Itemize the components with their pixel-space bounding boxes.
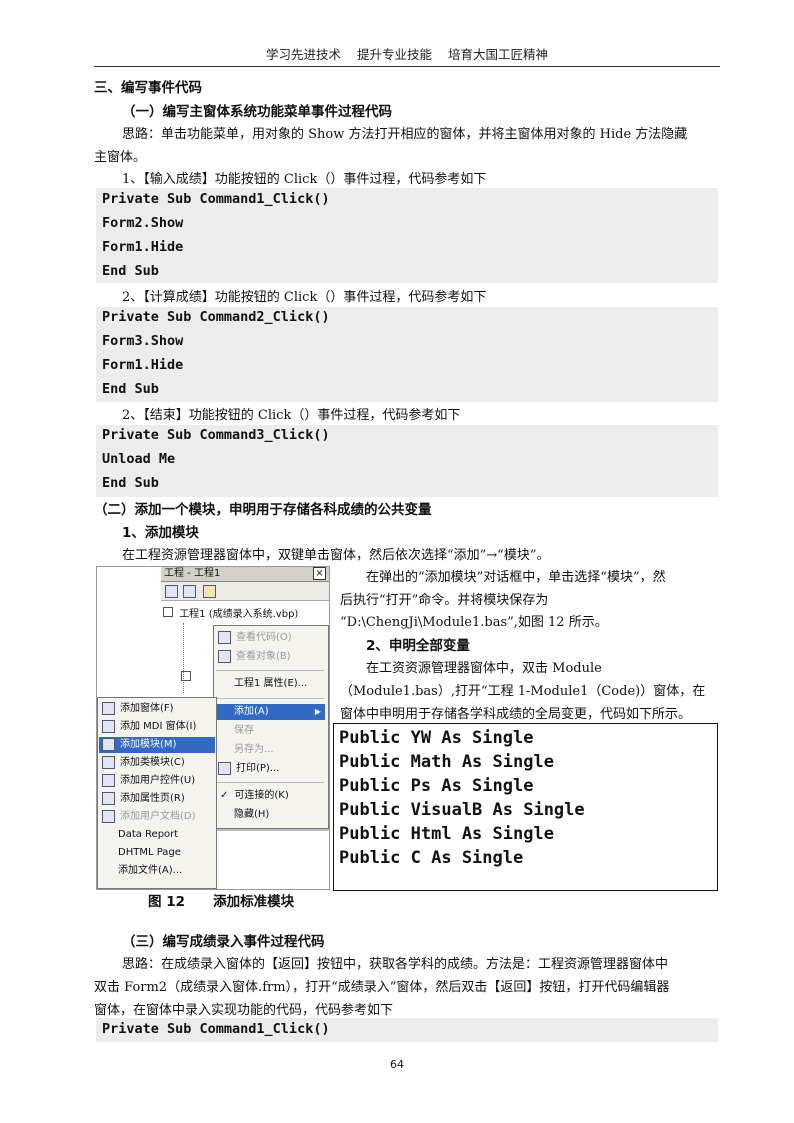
property-page-icon bbox=[102, 791, 115, 805]
vb-code-line: Public Math As Single bbox=[339, 752, 554, 772]
vb-code-line: Public Ps As Single bbox=[339, 776, 534, 796]
menu-item-view-object[interactable]: 查看对象(B) bbox=[218, 649, 291, 665]
code-line: Form1.Hide bbox=[102, 239, 184, 255]
submenu-item-add-file[interactable]: 添加文件(A)... bbox=[118, 863, 182, 879]
menu-item-hide[interactable]: 隐藏(H) bbox=[234, 807, 269, 823]
declare-variables-title: 2、申明全部变量 bbox=[366, 638, 470, 654]
tree-expander-icon[interactable] bbox=[163, 607, 173, 617]
menu-divider bbox=[216, 782, 324, 783]
submenu-item-add-form[interactable]: 添加窗体(F) bbox=[102, 701, 174, 717]
menu-item-add[interactable]: 添加(A) ▶ bbox=[215, 704, 325, 720]
close-icon[interactable]: × bbox=[313, 567, 326, 580]
folder-icon[interactable] bbox=[203, 585, 216, 598]
paragraph-idea-3c: 窗体，在窗体中录入实现功能的代码，代码参考如下 bbox=[94, 1003, 394, 1018]
header-divider bbox=[94, 66, 720, 67]
vb-code-line: Public VisualB As Single bbox=[339, 800, 585, 820]
page-header: 学习先进技术 提升专业技能 培育大国工匠精神 bbox=[266, 47, 548, 62]
vb-code-line: Public YW As Single bbox=[339, 728, 534, 748]
view-object-icon bbox=[218, 649, 231, 663]
code-line: Form1.Hide bbox=[102, 357, 184, 373]
context-menu: 查看代码(O) 查看对象(B) 工程1 属性(E)... 添加(A) ▶ 保存 另… bbox=[213, 625, 329, 829]
code-line: End Sub bbox=[102, 263, 159, 279]
menu-item-save[interactable]: 保存 bbox=[234, 723, 254, 739]
submenu-arrow-icon: ▶ bbox=[314, 707, 321, 716]
print-icon bbox=[218, 761, 231, 775]
form-icon bbox=[102, 701, 115, 715]
menu-item-save-as[interactable]: 另存为... bbox=[234, 742, 274, 758]
code-line: Private Sub Command1_Click() bbox=[102, 191, 330, 207]
code-line: Private Sub Command1_Click() bbox=[102, 1021, 330, 1037]
paragraph-idea-1a: 思路：单击功能菜单，用对象的 Show 方法打开相应的窗体，并将主窗体用对象的 … bbox=[122, 127, 688, 142]
project-toolbar bbox=[161, 582, 329, 601]
menu-divider bbox=[216, 670, 324, 671]
subsection-title-1: （一）编写主窗体系统功能菜单事件过程代码 bbox=[122, 104, 392, 120]
figure-caption: 图 12 添加标准模块 bbox=[148, 894, 295, 910]
module-icon bbox=[102, 737, 115, 751]
right-text-1: 在弹出的“添加模块”对话框中，单击选择“模块”，然 bbox=[366, 570, 666, 585]
view-object-icon[interactable] bbox=[183, 585, 196, 598]
right-text-6: 窗体中申明用于存储各学科成绩的全局变更，代码如下所示。 bbox=[340, 707, 692, 722]
user-document-icon bbox=[102, 809, 115, 823]
paragraph-idea-3a: 思路：在成绩录入窗体的【返回】按钮中，获取各学科的成绩。方法是：工程资源管理器窗… bbox=[122, 957, 669, 972]
figure-12-screenshot: 工程 - 工程1 × 工程1 (成绩录入系统.vbp) 查看代码(O) 查看对象… bbox=[96, 566, 330, 890]
right-text-3: “D:\ChengJi\Module1.bas”,如图 12 所示。 bbox=[340, 615, 608, 630]
user-control-icon bbox=[102, 773, 115, 787]
view-code-icon bbox=[218, 630, 231, 644]
menu-item-dockable[interactable]: ✓ 可连接的(K) bbox=[220, 788, 289, 804]
right-text-5: （Module1.bas）,打开“工程 1-Module1（Code)）窗体，在 bbox=[340, 684, 706, 699]
submenu-item-add-user-document[interactable]: 添加用户文档(D) bbox=[102, 809, 196, 825]
code-line: Private Sub Command2_Click() bbox=[102, 309, 330, 325]
section-title: 三、编写事件代码 bbox=[94, 80, 202, 96]
add-module-title: 1、添加模块 bbox=[122, 525, 199, 541]
page-number: 64 bbox=[390, 1058, 404, 1071]
submenu-item-add-property-page[interactable]: 添加属性页(R) bbox=[102, 791, 185, 807]
check-icon: ✓ bbox=[220, 790, 229, 801]
menu-item-print[interactable]: 打印(P)... bbox=[218, 761, 279, 777]
submenu-item-add-class-module[interactable]: 添加类模块(C) bbox=[102, 755, 185, 771]
add-submenu: 添加窗体(F) 添加 MDI 窗体(I) 添加模块(M) 添加类模块(C) 添加… bbox=[97, 697, 217, 889]
paragraph-idea-3b: 双击 Form2（成绩录入窗体.frm），打开“成绩录入”窗体，然后双击【返回】… bbox=[94, 980, 670, 995]
step-2-text: 2、【计算成绩】功能按钮的 Click（）事件过程，代码参考如下 bbox=[122, 290, 487, 305]
menu-divider bbox=[216, 698, 324, 699]
step-3-text: 2、【结束】功能按钮的 Click（）事件过程，代码参考如下 bbox=[122, 408, 461, 423]
mdi-form-icon bbox=[102, 719, 115, 733]
menu-item-properties[interactable]: 工程1 属性(E)... bbox=[234, 676, 307, 692]
submenu-item-data-report[interactable]: Data Report bbox=[118, 827, 178, 843]
submenu-item-dhtml-page[interactable]: DHTML Page bbox=[118, 845, 181, 861]
code-line: Unload Me bbox=[102, 451, 176, 467]
code-line: Form3.Show bbox=[102, 333, 184, 349]
code-line: End Sub bbox=[102, 381, 159, 397]
code-line: Form2.Show bbox=[102, 215, 184, 231]
menu-item-view-code[interactable]: 查看代码(O) bbox=[218, 630, 292, 646]
tree-lines bbox=[183, 623, 210, 693]
right-text-4: 在工资资源管理器窗体中，双击 Module bbox=[366, 661, 602, 676]
tree-root[interactable]: 工程1 (成绩录入系统.vbp) bbox=[163, 605, 298, 620]
submenu-item-add-module[interactable]: 添加模块(M) bbox=[99, 737, 215, 753]
tree-expander-icon[interactable] bbox=[181, 671, 191, 681]
vb-code-line: Public Html As Single bbox=[339, 824, 554, 844]
submenu-item-add-mdi-form[interactable]: 添加 MDI 窗体(I) bbox=[102, 719, 196, 735]
vb-code-line: Public C As Single bbox=[339, 848, 524, 868]
right-text-2: 后执行“打开”命令。并将模块保存为 bbox=[340, 593, 549, 608]
step-1-text: 1、【输入成绩】功能按钮的 Click（）事件过程，代码参考如下 bbox=[122, 172, 487, 187]
add-module-text: 在工程资源管理器窗体中，双键单击窗体，然后依次选择“添加”→“模块”。 bbox=[122, 548, 550, 563]
code-line: Private Sub Command3_Click() bbox=[102, 427, 330, 443]
subsection-title-2: （二）添加一个模块，申明用于存储各科成绩的公共变量 bbox=[94, 502, 432, 518]
submenu-item-add-user-control[interactable]: 添加用户控件(U) bbox=[102, 773, 195, 789]
class-module-icon bbox=[102, 755, 115, 769]
subsection-title-3: （三）编写成绩录入事件过程代码 bbox=[122, 934, 325, 950]
view-code-icon[interactable] bbox=[165, 585, 178, 598]
project-window-titlebar: 工程 - 工程1 × bbox=[161, 567, 329, 582]
paragraph-idea-1b: 主窗体。 bbox=[94, 150, 147, 165]
code-line: End Sub bbox=[102, 475, 159, 491]
project-window-title: 工程 - 工程1 bbox=[164, 568, 221, 579]
